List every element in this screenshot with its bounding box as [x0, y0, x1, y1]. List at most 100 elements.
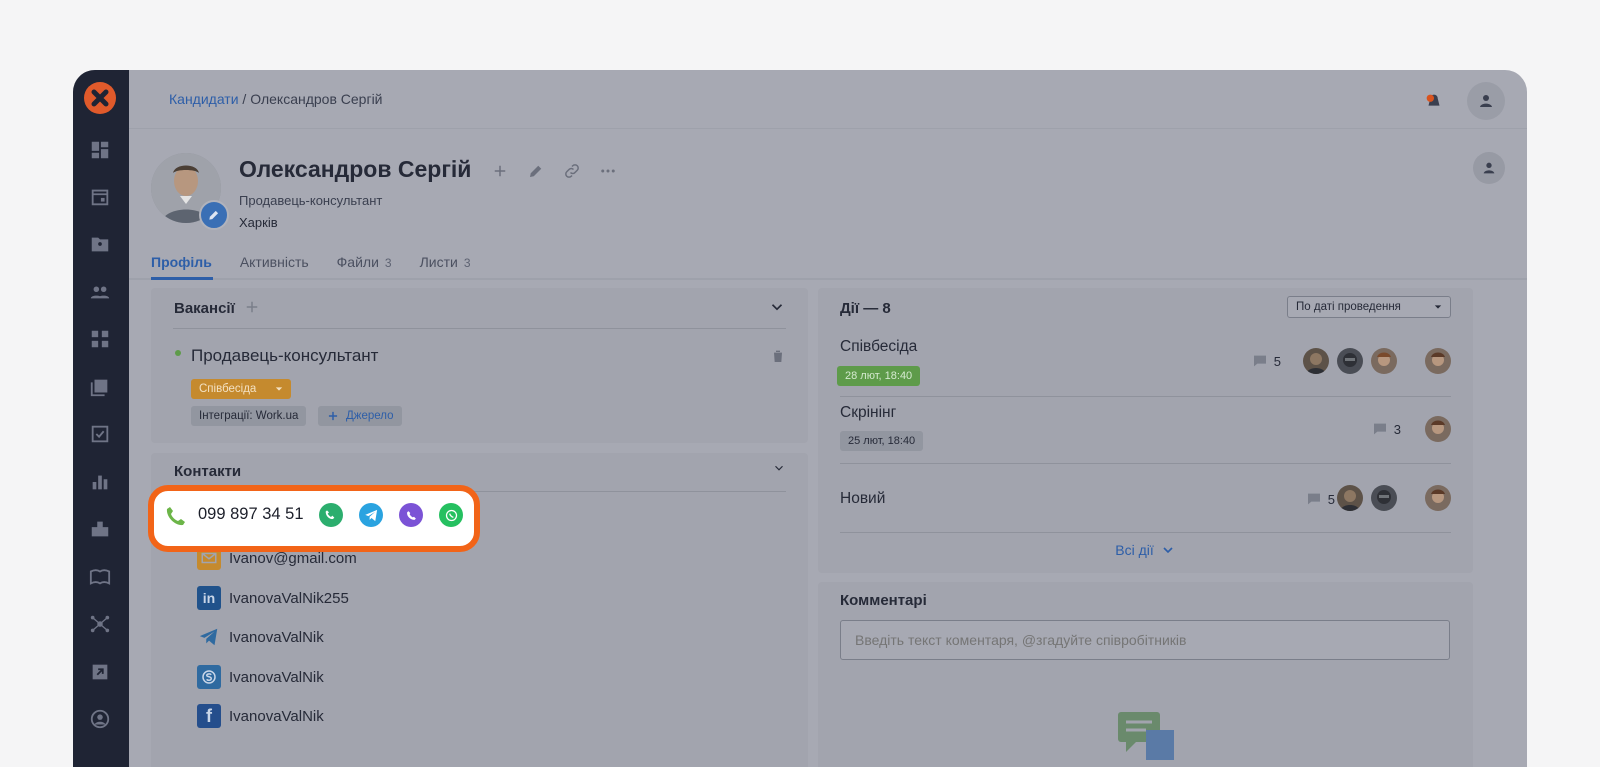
source-button[interactable]: Джерело — [318, 406, 402, 426]
phone-number[interactable]: 099 897 34 51 — [198, 505, 304, 524]
action-item[interactable]: Новий 5 — [840, 473, 1451, 513]
avatar[interactable] — [1425, 416, 1451, 442]
trash-icon[interactable] — [770, 348, 786, 369]
more-icon[interactable] — [597, 160, 619, 182]
link-icon[interactable] — [561, 160, 583, 182]
stage-label: Співбесіда — [199, 383, 257, 395]
caret-down-icon — [1434, 305, 1442, 309]
email-value: Ivanov@gmail.com — [229, 549, 357, 567]
tab-files[interactable]: Файли 3 — [337, 254, 392, 270]
action-item[interactable]: Скрінінг 25 лют, 18:40 3 — [840, 404, 1451, 459]
tab-activity[interactable]: Активність — [240, 254, 309, 270]
divider — [840, 532, 1451, 533]
reports-icon[interactable] — [88, 470, 112, 494]
add-vacancy-icon[interactable] — [243, 298, 261, 321]
whatsapp-icon[interactable] — [439, 503, 463, 527]
integrations-icon[interactable] — [88, 517, 112, 541]
status-dot — [175, 350, 181, 356]
avatar[interactable] — [1303, 348, 1329, 374]
call-app-icon[interactable] — [319, 503, 343, 527]
main-content: Кандидати / Олександров Сергій Олександр… — [129, 70, 1527, 767]
telegram-icon[interactable] — [359, 503, 383, 527]
edit-icon[interactable] — [525, 160, 547, 182]
avatar[interactable] — [1337, 348, 1363, 374]
avatar[interactable] — [1425, 348, 1451, 374]
stage-dropdown[interactable]: Співбесіда — [191, 379, 291, 399]
tasks-icon[interactable] — [88, 422, 112, 446]
chevron-down-icon[interactable] — [772, 461, 786, 480]
contact-telegram[interactable]: IvanovaValNik — [197, 625, 324, 649]
responsible-avatar[interactable] — [1473, 152, 1505, 184]
skype-icon — [197, 665, 221, 689]
network-icon[interactable] — [88, 612, 112, 636]
comments-count: 5 — [1306, 491, 1335, 507]
action-title: Новий — [840, 490, 886, 507]
plus-icon — [328, 411, 338, 421]
telegram-value: IvanovaValNik — [229, 628, 324, 646]
tab-label: Листи — [419, 254, 458, 270]
viber-icon[interactable] — [399, 503, 423, 527]
breadcrumb-current: Олександров Сергій — [250, 91, 383, 107]
divider — [173, 328, 786, 329]
pipeline-icon[interactable] — [88, 327, 112, 351]
dashboard-icon[interactable] — [88, 138, 112, 162]
export-icon[interactable] — [88, 660, 112, 684]
chevron-down-icon[interactable] — [768, 298, 786, 321]
user-avatar-button[interactable] — [1467, 82, 1505, 120]
app-logo[interactable] — [84, 82, 116, 114]
action-title: Скрінінг — [840, 404, 897, 421]
linkedin-icon: in — [197, 586, 221, 610]
chevron-down-icon — [1163, 547, 1173, 554]
candidates-icon[interactable] — [88, 280, 112, 304]
comment-input[interactable] — [840, 620, 1450, 660]
vacancy-title[interactable]: Продавець-консультант — [191, 346, 378, 366]
profile-icon[interactable] — [88, 707, 112, 731]
tab-label: Файли — [336, 254, 379, 270]
tab-letters[interactable]: Листи 3 — [420, 254, 471, 270]
photo-edit-icon[interactable] — [199, 200, 229, 230]
tabs-divider — [129, 278, 1527, 280]
comment-icon — [1307, 493, 1320, 505]
facebook-value: IvanovaValNik — [229, 707, 324, 725]
add-icon[interactable] — [489, 160, 511, 182]
vacancies-icon[interactable] — [88, 232, 112, 256]
knowledge-base-icon[interactable] — [88, 565, 112, 589]
contact-facebook[interactable]: f IvanovaValNik — [197, 704, 324, 728]
notifications-icon[interactable] — [1415, 82, 1453, 120]
calendar-icon[interactable] — [88, 185, 112, 209]
empty-comments-icon — [1118, 712, 1178, 767]
action-date: 28 лют, 18:40 — [837, 366, 921, 386]
tab-count: 3 — [384, 256, 392, 270]
candidate-city: Харків — [239, 215, 278, 230]
breadcrumb: Кандидати / Олександров Сергій — [169, 91, 383, 107]
candidate-position: Продавець-консультант — [239, 193, 383, 208]
avatar[interactable] — [1371, 348, 1397, 374]
linkedin-value: IvanovaValNik255 — [229, 589, 349, 607]
all-actions-link[interactable]: Всі дії — [818, 542, 1473, 558]
vacancies-title: Вакансії — [174, 300, 235, 317]
profile-tabs: Профіль Активність Файли 3 Листи 3 — [151, 254, 471, 270]
tab-count: 3 — [463, 256, 471, 270]
avatar[interactable] — [1337, 485, 1363, 511]
tab-label: Активність — [239, 254, 309, 270]
comments-count: 3 — [1372, 421, 1401, 437]
sort-select[interactable]: По даті проведення — [1287, 296, 1451, 318]
telegram-icon — [197, 625, 221, 649]
sidebar — [73, 70, 129, 767]
tab-label: Профіль — [151, 254, 212, 270]
comments-value: 5 — [1273, 353, 1281, 369]
action-item[interactable]: Співбесіда 28 лют, 18:40 5 — [837, 338, 1451, 393]
candidate-name: Олександров Сергій — [239, 156, 472, 182]
skype-value: IvanovaValNik — [229, 668, 324, 686]
library-icon[interactable] — [88, 375, 112, 399]
breadcrumb-separator: / — [238, 91, 251, 107]
avatar[interactable] — [1425, 485, 1451, 511]
contact-linkedin[interactable]: in IvanovaValNik255 — [197, 586, 349, 610]
integration-tag: Інтеграції: Work.ua — [191, 406, 307, 426]
tab-profile[interactable]: Профіль — [151, 254, 212, 270]
divider — [840, 396, 1451, 397]
avatar[interactable] — [1371, 485, 1397, 511]
breadcrumb-candidates-link[interactable]: Кандидати — [169, 91, 239, 107]
phone-icon[interactable] — [164, 504, 188, 533]
contact-skype[interactable]: IvanovaValNik — [197, 665, 324, 689]
